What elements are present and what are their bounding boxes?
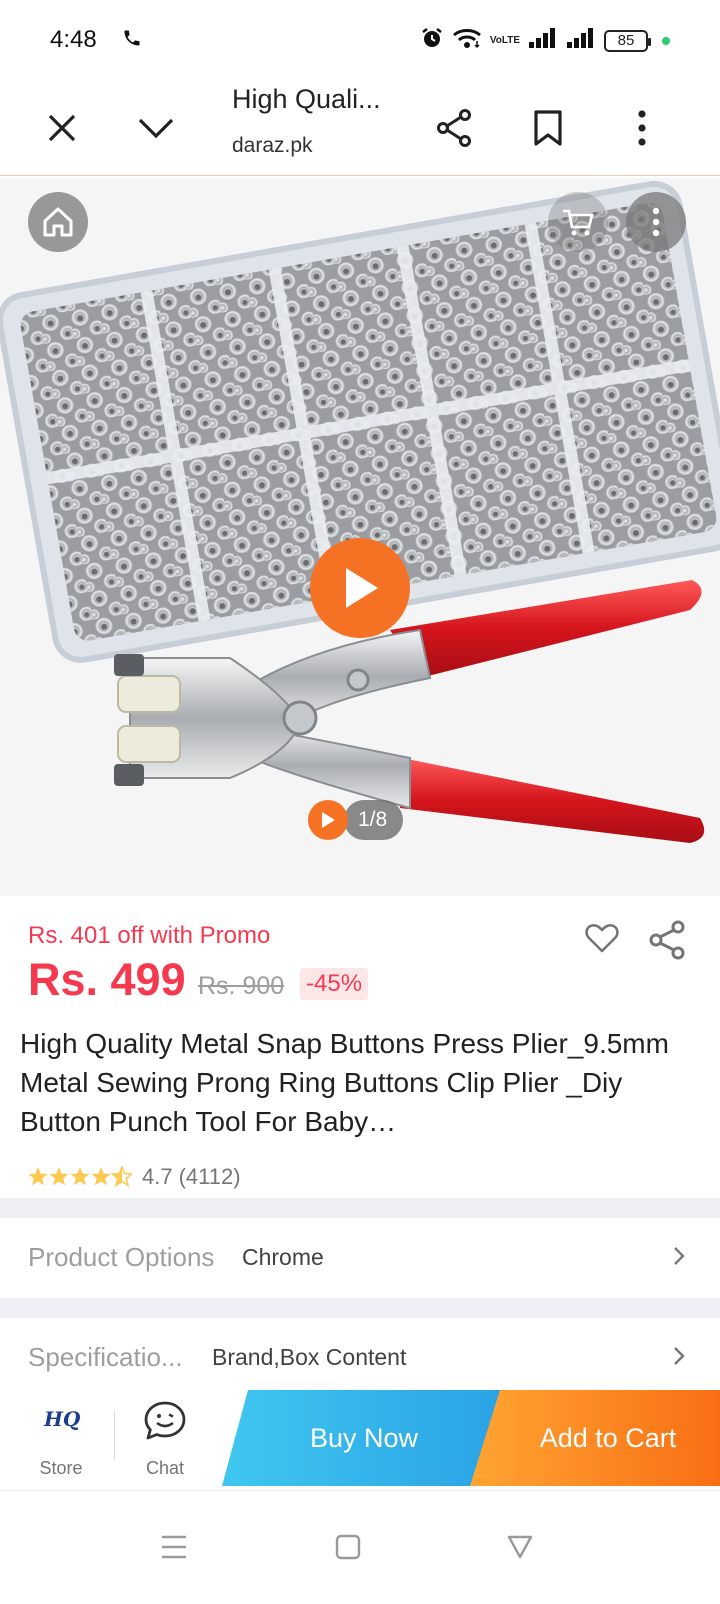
- discount-badge: -45%: [300, 968, 369, 1000]
- battery-indicator: 85: [604, 29, 651, 52]
- bottom-action-bar: HQ Store Chat Buy Now Add to Cart: [0, 1390, 720, 1486]
- menu-icon: [162, 1535, 186, 1559]
- status-time: 4:48: [50, 26, 97, 53]
- more-icon: [638, 110, 646, 146]
- phone-icon: [122, 28, 142, 53]
- back-triangle-icon: [507, 1535, 533, 1559]
- review-count: (4112): [178, 1164, 241, 1189]
- bookmark-button[interactable]: [518, 98, 578, 158]
- play-video-button[interactable]: [310, 538, 410, 638]
- store-label: Store: [39, 1458, 83, 1478]
- share-icon: [649, 920, 685, 960]
- heart-icon: [585, 923, 619, 953]
- square-icon: [335, 1534, 361, 1560]
- recent-apps-button[interactable]: [144, 1517, 204, 1577]
- signal-icon: [566, 27, 596, 54]
- product-options-label: Product Options: [28, 1242, 215, 1272]
- page-title[interactable]: High Quali...: [232, 84, 412, 115]
- rating-score: 4.7: [142, 1164, 173, 1189]
- bookmark-icon: [534, 110, 562, 146]
- section-divider: [0, 1298, 720, 1318]
- wifi-icon: [452, 27, 482, 54]
- cart-button[interactable]: [548, 192, 608, 252]
- product-options-value: Chrome: [242, 1244, 324, 1270]
- chat-label: Chat: [145, 1458, 185, 1478]
- chat-icon: [144, 1401, 186, 1440]
- buy-now-button[interactable]: Buy Now: [222, 1390, 506, 1486]
- chat-button[interactable]: Chat: [110, 1390, 220, 1486]
- section-divider: [0, 1198, 720, 1218]
- product-image: [0, 180, 720, 843]
- chevron-right-icon: [672, 1344, 686, 1373]
- product-options-row[interactable]: Product Options Chrome: [0, 1218, 720, 1298]
- product-title: High Quality Metal Snap Buttons Press Pl…: [20, 1028, 669, 1137]
- image-counter: 1/8: [344, 800, 404, 840]
- close-button[interactable]: [32, 98, 92, 158]
- back-nav-button[interactable]: [490, 1517, 550, 1577]
- close-icon: [48, 114, 76, 142]
- volte-indicator: VoLTE: [489, 34, 520, 46]
- product-image-gallery[interactable]: 1/8: [0, 178, 720, 896]
- current-price: Rs. 499: [28, 954, 186, 1005]
- home-button[interactable]: [28, 192, 88, 252]
- store-button[interactable]: HQ Store: [6, 1390, 116, 1486]
- specifications-value: Brand,Box Content: [212, 1344, 407, 1370]
- play-icon[interactable]: [308, 800, 348, 840]
- home-nav-button[interactable]: [318, 1517, 378, 1577]
- rating-stars: [28, 1166, 132, 1188]
- add-to-cart-button[interactable]: Add to Cart: [470, 1390, 720, 1486]
- promo-text[interactable]: Rs. 401 off with Promo: [28, 922, 270, 950]
- product-share-button[interactable]: [648, 920, 686, 965]
- more-menu-button[interactable]: [612, 98, 672, 158]
- alarm-icon: [420, 26, 444, 55]
- cart-icon: [563, 209, 594, 236]
- share-button[interactable]: [424, 98, 484, 158]
- specifications-row[interactable]: Specificatio... Brand,Box Content: [0, 1318, 720, 1390]
- product-info: Rs. 401 off with Promo Rs. 499 Rs. 900 -…: [0, 896, 720, 1224]
- chevron-right-icon: [672, 1244, 686, 1273]
- status-bar: 4:48 VoLTE 85: [0, 0, 720, 80]
- browser-toolbar: High Quali... daraz.pk: [0, 80, 720, 176]
- gallery-counter: 1/8: [308, 800, 404, 840]
- specifications-label: Specificatio...: [28, 1342, 183, 1372]
- home-icon: [43, 207, 73, 237]
- play-icon: [346, 568, 378, 608]
- privacy-dot: [662, 36, 670, 45]
- more-icon: [652, 207, 660, 237]
- gallery-more-button[interactable]: [626, 192, 686, 252]
- system-navigation-bar: [0, 1490, 720, 1604]
- page-domain: daraz.pk: [232, 134, 313, 157]
- collapse-button[interactable]: [126, 98, 186, 158]
- star-icon: [28, 1166, 132, 1188]
- product-rating[interactable]: 4.7 (4112): [28, 1164, 241, 1190]
- share-icon: [437, 109, 471, 147]
- original-price: Rs. 900: [198, 972, 285, 1000]
- signal-icon: [528, 27, 558, 54]
- store-logo: HQ: [44, 1407, 81, 1431]
- wishlist-button[interactable]: [584, 922, 620, 959]
- chevron-down-icon: [138, 118, 174, 139]
